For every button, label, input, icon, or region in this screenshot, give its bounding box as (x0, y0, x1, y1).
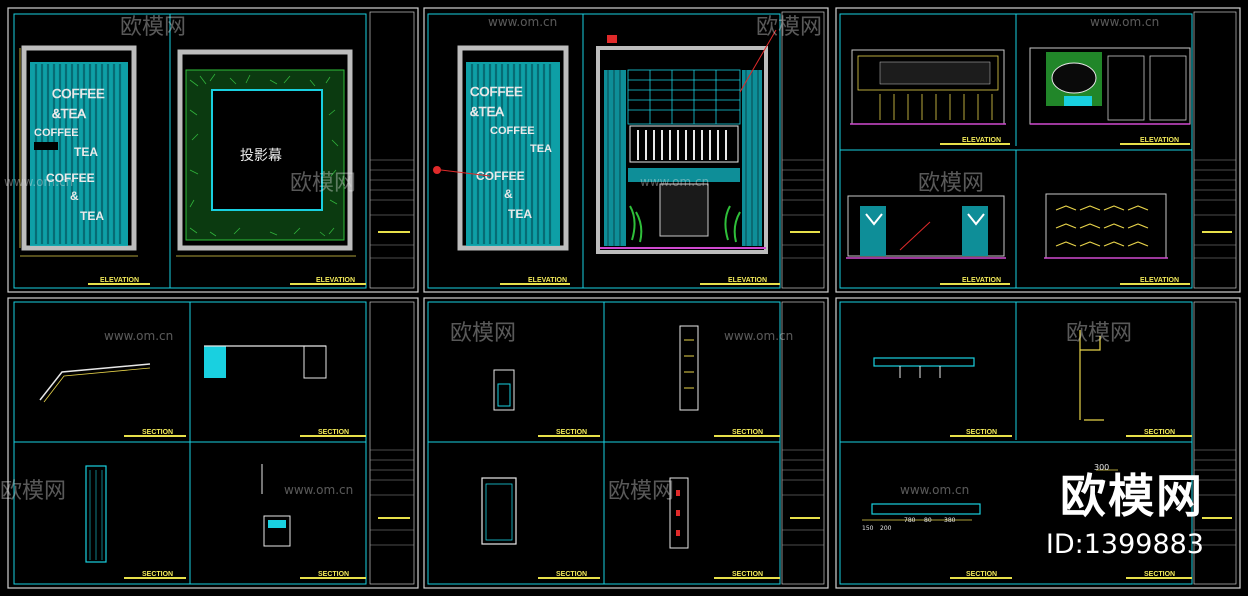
section-title-11: SECTION (966, 571, 997, 578)
elevation-title-3: ELEVATION (528, 277, 567, 284)
section-title-7: SECTION (556, 571, 587, 578)
counter-elevation-b (1029, 47, 1191, 125)
watermark-logo-7: 欧模网 (0, 479, 66, 504)
sign2-text-amp: & (504, 187, 513, 201)
sign-text-amp-3: & (70, 189, 79, 203)
panel2-captions: ELEVATION ELEVATION (500, 277, 780, 285)
watermark-logo-1: 欧模网 (120, 15, 186, 40)
watermark-logo-4: 欧模网 (918, 171, 984, 196)
elevation-title-4: ELEVATION (728, 277, 767, 284)
dim-chain-1: 150 (862, 525, 874, 532)
section-title-5: SECTION (556, 429, 587, 436)
watermark-logo-5: 欧模网 (450, 321, 516, 346)
screen-label: 投影幕 (240, 147, 282, 163)
sign2-text-tea-3: TEA (508, 207, 532, 221)
watermark-logo-2: 欧模网 (756, 15, 822, 40)
watermark-url-5: www.om.cn (104, 329, 173, 343)
coffee-sign-elevation-center: COFFEE &TEA COFFEE TEA COFFEE & TEA (433, 45, 569, 251)
section-title-3: SECTION (142, 571, 173, 578)
counter-elevation-a (850, 49, 1006, 125)
dim-chain-5: 380 (944, 517, 956, 524)
watermark-url-8: www.om.cn (900, 483, 969, 497)
sign2-text-tea-1: &TEA (470, 104, 504, 119)
sign2-text-coffee-1: COFFEE (470, 84, 523, 99)
sign-text-tea-3: TEA (80, 209, 104, 223)
elevation-title-5: ELEVATION (962, 137, 1001, 144)
section-title-6: SECTION (732, 429, 763, 436)
watermark-url-2: www.om.cn (1090, 15, 1159, 29)
brand-id: ID:1399883 (1045, 529, 1204, 560)
watermark-url-7: www.om.cn (284, 483, 353, 497)
sign2-text-tea-2: TEA (530, 143, 552, 155)
section-title-2: SECTION (318, 429, 349, 436)
wall-elevation-c (846, 195, 1006, 259)
sign2-text-coffee-3: COFFEE (476, 169, 525, 183)
watermark-url-4: www.om.cn (640, 175, 709, 189)
watermark-logo-8: 欧模网 (608, 479, 674, 504)
sign2-text-coffee-2: COFFEE (490, 125, 535, 137)
section-title-9: SECTION (966, 429, 997, 436)
section-title-1: SECTION (142, 429, 173, 436)
sign-text-tea-1: &TEA (52, 106, 86, 121)
sign-text-tea-2: TEA (74, 145, 98, 159)
elevation-title-2: ELEVATION (316, 277, 355, 284)
watermark-url-6: www.om.cn (724, 329, 793, 343)
panel1-captions: ELEVATION ELEVATION (88, 277, 366, 285)
dim-chain-4: 80 (924, 517, 932, 524)
section-title-8: SECTION (732, 571, 763, 578)
watermark-logo-3: 欧模网 (290, 171, 356, 196)
coffee-sign-elevation-left: COFFEE &TEA COFFEE TEA COFFEE & TEA (19, 45, 138, 257)
dim-chain-3: 780 (904, 517, 916, 524)
section-title-4: SECTION (318, 571, 349, 578)
elevation-title-8: ELEVATION (1140, 277, 1179, 284)
projection-screen-elevation: 投影幕 (176, 49, 356, 257)
elevation-title-6: ELEVATION (1140, 137, 1179, 144)
dim-chain-2: 200 (880, 525, 892, 532)
sign-text-coffee-2: COFFEE (34, 127, 79, 139)
shelf-elevation-d (1044, 193, 1168, 259)
sign-text-coffee-1: COFFEE (52, 86, 105, 101)
section-title-10: SECTION (1144, 429, 1175, 436)
watermark-url-1: www.om.cn (488, 15, 557, 29)
watermark-url-3: www.om.cn (4, 175, 73, 189)
section-title-12: SECTION (1144, 571, 1175, 578)
section-details-left (39, 345, 327, 563)
brand-logo: 欧模网 (1060, 469, 1204, 523)
elevation-title-7: ELEVATION (962, 277, 1001, 284)
elevation-title-1: ELEVATION (100, 277, 139, 284)
watermark-logo-6: 欧模网 (1066, 321, 1132, 346)
storefront-elevation (596, 29, 777, 254)
